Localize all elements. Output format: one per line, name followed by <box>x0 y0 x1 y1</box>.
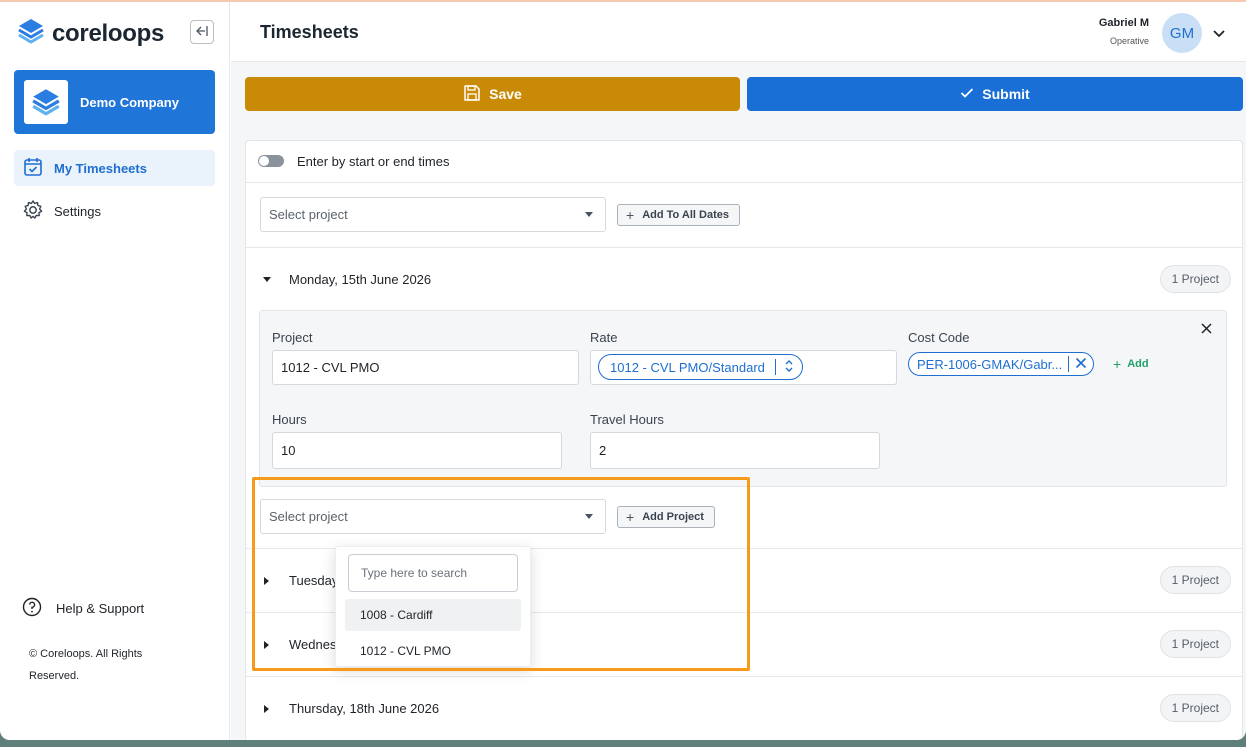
company-logo-icon <box>24 80 68 124</box>
day-label: Thursday, 18th June 2026 <box>289 701 440 716</box>
submit-label: Submit <box>982 86 1030 102</box>
day-row-thursday[interactable]: Thursday, 18th June 2026 1 Project <box>246 677 1242 740</box>
rate-value: 1012 - CVL PMO/Standard <box>610 359 765 375</box>
save-label: Save <box>489 86 522 102</box>
brand[interactable]: coreloops <box>16 16 164 51</box>
add-project-button[interactable]: + Add Project <box>617 506 715 528</box>
floppy-disk-icon <box>463 84 481 105</box>
day-label: Monday, 15th June 2026 <box>289 272 432 287</box>
project-dropdown-menu: Type here to search 1008 - Cardiff 1012 … <box>335 546 531 667</box>
help-support-link[interactable]: Help & Support <box>22 597 144 620</box>
question-circle-icon <box>22 597 42 620</box>
company-switcher[interactable]: Demo Company <box>14 70 215 134</box>
checkmark-icon <box>960 86 974 102</box>
brand-name: coreloops <box>52 19 164 47</box>
cost-code-value: PER-1006-GMAK/Gabr... <box>917 356 1063 372</box>
add-project-row: Select project + Add Project <box>246 487 1242 549</box>
plus-icon: + <box>626 509 635 525</box>
select-placeholder: Select project <box>269 509 348 524</box>
project-field[interactable]: 1012 - CVL PMO <box>272 350 579 385</box>
entry-mode-label: Enter by start or end times <box>297 154 450 169</box>
user-name: Gabriel M <box>1098 17 1149 29</box>
entry-mode-toggle[interactable] <box>258 155 284 167</box>
project-count-badge: 1 Project <box>1159 630 1231 658</box>
cost-code-field-label: Cost Code <box>908 330 970 345</box>
calendar-check-icon <box>22 156 44 181</box>
sidebar-item-label: My Timesheets <box>54 160 147 176</box>
plus-icon: + <box>626 207 635 223</box>
caret-right-icon[interactable] <box>264 641 269 649</box>
project-count-badge: 1 Project <box>1159 566 1231 594</box>
caret-right-icon[interactable] <box>264 577 269 585</box>
project-count-badge: 1 Project <box>1159 694 1231 722</box>
day-label: Tuesday <box>289 573 339 588</box>
rate-field-label: Rate <box>590 330 618 345</box>
header: Timesheets Gabriel M Operative GM <box>231 2 1246 62</box>
sidebar-item-my-timesheets[interactable]: My Timesheets <box>14 150 215 186</box>
chip-divider <box>774 359 776 375</box>
add-cost-code-button[interactable]: + Add <box>1113 356 1149 372</box>
add-to-all-dates-button[interactable]: + Add To All Dates <box>617 204 740 226</box>
close-icon[interactable] <box>1075 357 1087 372</box>
project-field-label: Project <box>272 330 313 345</box>
sidebar-item-label: Settings <box>54 203 101 219</box>
user-role: Operative <box>1109 36 1149 46</box>
caret-down-icon[interactable] <box>263 277 271 282</box>
gear-icon <box>22 199 44 224</box>
timesheet-entry-card: Project 1012 - CVL PMO Rate 1012 - CVL P… <box>259 310 1227 487</box>
sidebar: coreloops Demo Company My Timesheets Set… <box>0 2 230 740</box>
caret-right-icon[interactable] <box>264 705 269 713</box>
help-support-label: Help & Support <box>56 601 145 616</box>
toggle-knob <box>259 156 269 166</box>
app-window: coreloops Demo Company My Timesheets Set… <box>0 0 1246 740</box>
save-button[interactable]: Save <box>245 77 740 111</box>
dropdown-search-input[interactable]: Type here to search <box>348 554 518 592</box>
up-down-chevron-icon[interactable] <box>784 359 794 376</box>
project-count-badge: 1 Project <box>1159 265 1231 293</box>
rate-chip[interactable]: 1012 - CVL PMO/Standard <box>598 354 803 380</box>
sidebar-item-settings[interactable]: Settings <box>14 193 215 229</box>
plus-icon: + <box>1113 356 1122 372</box>
day-row-monday[interactable]: Monday, 15th June 2026 1 Project <box>246 248 1242 312</box>
caret-down-icon <box>585 514 593 519</box>
day-label: Wednes <box>289 637 337 652</box>
dropdown-option[interactable]: 1008 - Cardiff <box>345 599 521 631</box>
remove-entry-close-icon[interactable] <box>1201 321 1212 339</box>
copyright: © Coreloops. All Rights Reserved. <box>29 648 143 682</box>
entry-mode-row: Enter by start or end times <box>246 141 1242 183</box>
avatar[interactable]: GM <box>1162 13 1202 53</box>
dropdown-option[interactable]: 1012 - CVL PMO <box>345 635 521 667</box>
chevron-down-icon[interactable] <box>1212 26 1226 44</box>
travel-hours-input[interactable]: 2 <box>590 432 880 469</box>
select-placeholder: Select project <box>269 207 348 222</box>
page-title: Timesheets <box>260 22 359 42</box>
collapse-arrow-icon <box>195 25 209 40</box>
company-name: Demo Company <box>80 94 179 110</box>
project-select-all-dates[interactable]: Select project <box>260 197 606 232</box>
cost-code-chip[interactable]: PER-1006-GMAK/Gabr... <box>908 352 1095 376</box>
project-select[interactable]: Select project <box>260 499 606 534</box>
caret-down-icon <box>585 212 593 217</box>
add-to-all-dates-label: Add To All Dates <box>642 209 729 221</box>
submit-button[interactable]: Submit <box>747 77 1243 111</box>
add-label: Add <box>1127 358 1149 370</box>
collapse-sidebar-button[interactable] <box>190 20 214 44</box>
chip-divider <box>1068 356 1070 372</box>
travel-hours-field-label: Travel Hours <box>590 412 664 427</box>
hours-input[interactable]: 10 <box>272 432 562 469</box>
add-project-label: Add Project <box>642 511 704 523</box>
hours-field-label: Hours <box>272 412 307 427</box>
coreloops-logo-icon <box>16 16 46 51</box>
add-to-all-dates-row: Select project + Add To All Dates <box>246 183 1242 248</box>
